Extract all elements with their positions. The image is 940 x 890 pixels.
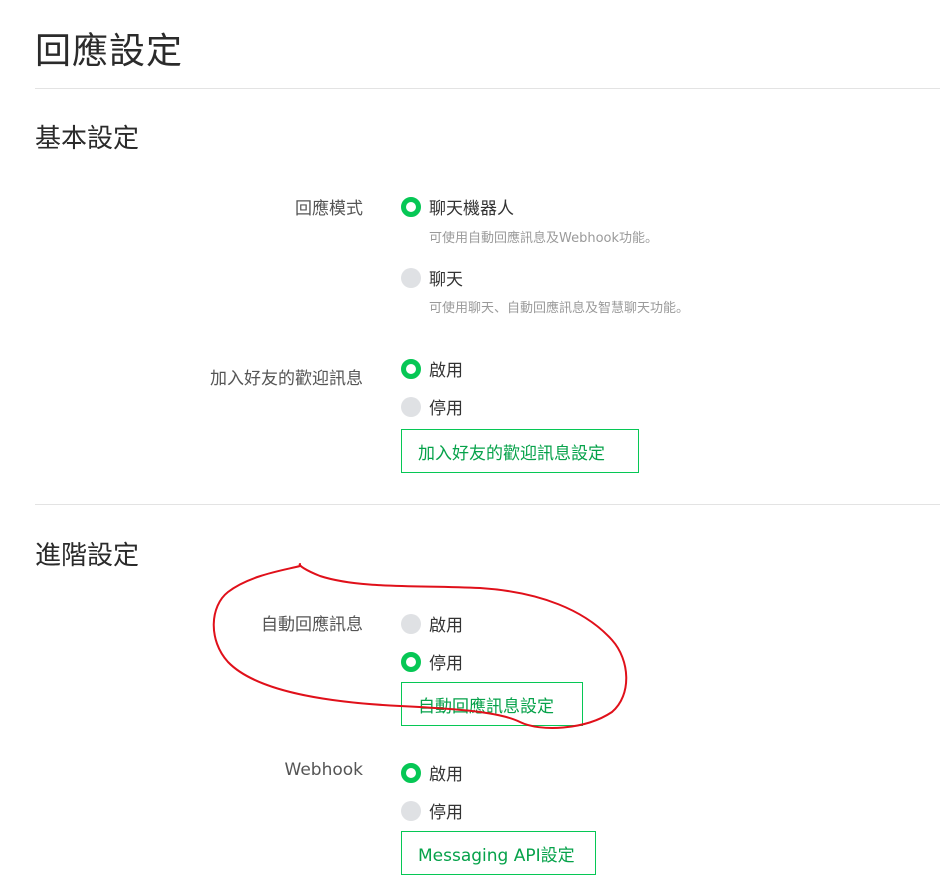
radio-selected-icon: [401, 651, 421, 672]
radio-label: 停用: [429, 803, 463, 823]
radio-selected-icon: [401, 196, 421, 217]
radio-welcome-disable[interactable]: 停用: [401, 394, 463, 419]
radio-unselected-icon: [401, 800, 421, 821]
radio-chat[interactable]: 聊天: [401, 265, 463, 290]
welcome-message-settings-button[interactable]: 加入好友的歡迎訊息設定: [401, 429, 639, 473]
radio-webhook-disable[interactable]: 停用: [401, 798, 463, 823]
radio-auto-reply-enable[interactable]: 啟用: [401, 611, 463, 636]
radio-auto-reply-disable[interactable]: 停用: [401, 649, 463, 674]
webhook-label: Webhook: [284, 760, 363, 780]
radio-selected-icon: [401, 358, 421, 379]
auto-reply-settings-button[interactable]: 自動回應訊息設定: [401, 682, 583, 726]
page-title: 回應設定: [35, 31, 184, 72]
section-title-basic: 基本設定: [35, 124, 140, 154]
divider: [35, 88, 940, 89]
radio-unselected-icon: [401, 267, 421, 288]
radio-label: 停用: [429, 399, 463, 419]
radio-label: 啟用: [429, 616, 463, 636]
radio-label: 聊天: [429, 270, 463, 290]
radio-webhook-enable[interactable]: 啟用: [401, 760, 463, 785]
response-mode-label: 回應模式: [295, 199, 363, 219]
messaging-api-settings-button[interactable]: Messaging API設定: [401, 831, 596, 875]
radio-chatbot[interactable]: 聊天機器人: [401, 194, 514, 219]
chat-hint: 可使用聊天、自動回應訊息及智慧聊天功能。: [429, 301, 690, 316]
radio-welcome-enable[interactable]: 啟用: [401, 356, 463, 381]
radio-unselected-icon: [401, 613, 421, 634]
radio-label: 啟用: [429, 765, 463, 785]
radio-label: 聊天機器人: [429, 199, 514, 219]
radio-selected-icon: [401, 762, 421, 783]
radio-label: 停用: [429, 654, 463, 674]
welcome-message-label: 加入好友的歡迎訊息: [210, 369, 363, 389]
radio-unselected-icon: [401, 396, 421, 417]
radio-label: 啟用: [429, 361, 463, 381]
chatbot-hint: 可使用自動回應訊息及Webhook功能。: [429, 231, 659, 246]
section-title-advanced: 進階設定: [35, 541, 140, 571]
auto-reply-label: 自動回應訊息: [261, 615, 363, 635]
divider: [35, 504, 940, 505]
